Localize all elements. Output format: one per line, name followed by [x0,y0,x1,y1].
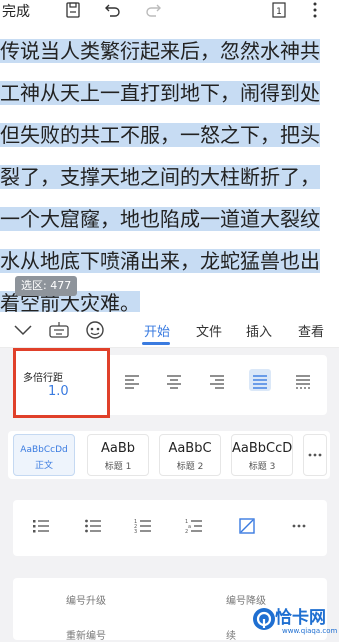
promote-numbering-button[interactable]: 编号升级 [66,592,106,607]
collapse-chevron-icon[interactable] [12,320,34,340]
multilevel-list-icon[interactable]: 1 a 2 [185,518,203,534]
style-label: 标题 1 [104,462,132,472]
selected-text[interactable]: 但失败的共工不服，一怒之下，把头 [0,123,320,147]
round-bullet-list-icon[interactable] [84,518,102,534]
line-spacing-value: 1.0 [48,384,69,399]
tab-insert[interactable]: 插入 [246,321,272,340]
selected-text[interactable]: 裂了，支撑天地之间的大柱断折了， [0,165,320,189]
tab-start[interactable]: 开始 [144,321,170,340]
svg-text:3: 3 [134,529,137,534]
style-label: 标题 2 [176,462,204,472]
redo-icon[interactable] [144,1,162,19]
active-tab-indicator [142,342,170,345]
svg-text:2: 2 [185,529,188,534]
clear-format-icon[interactable] [238,518,256,534]
styles-more-button[interactable] [303,434,327,476]
top-toolbar: 完成 1 [0,0,339,22]
style-sample: AaBbCcDd [20,445,68,455]
align-justify-icon[interactable] [251,373,269,389]
selected-text[interactable]: 传说当人类繁衍起来后，忽然水神共 [0,39,320,63]
more-icon [308,453,322,457]
tab-view[interactable]: 查看 [298,321,324,340]
selection-count-badge: 选区: 477 [15,276,78,296]
list-panel [13,500,327,556]
page-count: 1 [276,7,282,17]
undo-icon[interactable] [104,1,122,19]
svg-text:a: a [188,524,191,530]
text-line[interactable]: 水从地底下喷涌出来，龙蛇猛兽也出 [0,242,320,280]
selected-text[interactable]: 水从地底下喷涌出来，龙蛇猛兽也出 [0,249,320,273]
more-icon[interactable] [290,518,308,534]
style-heading-2[interactable]: AaBbC 标题 2 [159,434,221,476]
line-spacing-label: 多倍行距 [23,373,63,384]
style-sample: AaBbCcD [232,441,293,456]
watermark-url: www.qiaqa.com [282,627,338,635]
align-left-icon[interactable] [123,373,141,389]
text-line[interactable]: 传说当人类繁衍起来后，忽然水神共 [0,32,320,70]
style-body-text[interactable]: AaBbCcDd 正文 [13,434,75,476]
align-distributed-icon[interactable] [294,373,312,389]
tab-bar: 开始 文件 插入 查看 [0,312,339,348]
style-heading-1[interactable]: AaBb 标题 1 [87,434,149,476]
align-right-icon[interactable] [208,373,226,389]
selected-text[interactable]: 一个大窟窿，地也陷成一道道大裂纹 [0,207,320,231]
selected-text[interactable]: 工神从天上一直打到地下，闹得到处 [0,81,320,105]
text-line[interactable]: 但失败的共工不服，一怒之下，把头 [0,116,320,154]
text-line[interactable]: 工神从天上一直打到地下，闹得到处 [0,74,320,112]
style-label: 标题 3 [248,462,276,472]
more-vertical-icon[interactable] [306,1,324,19]
done-button[interactable]: 完成 [2,1,30,21]
style-sample: AaBb [100,441,136,456]
watermark-name: 恰卡网 [275,608,326,628]
text-line[interactable]: 裂了，支撑天地之间的大柱断折了， [0,158,320,196]
tab-file[interactable]: 文件 [196,321,222,340]
text-line[interactable]: 一个大窟窿，地也陷成一道道大裂纹 [0,200,320,238]
style-heading-3[interactable]: AaBbCcD 标题 3 [231,434,293,476]
style-sample: AaBbC [168,441,212,456]
keyboard-icon[interactable] [48,320,70,340]
assistant-icon[interactable] [84,320,106,340]
numbered-list-icon[interactable]: 1 2 3 [134,518,152,534]
save-icon[interactable] [64,1,82,19]
document-body[interactable]: 传说当人类繁衍起来后，忽然水神共 工神从天上一直打到地下，闹得到处 但失败的共工… [0,22,339,312]
style-label: 正文 [34,461,53,471]
bullet-list-icon[interactable] [32,518,50,534]
page-count-icon[interactable]: 1 [270,1,288,19]
align-center-icon[interactable] [165,373,183,389]
